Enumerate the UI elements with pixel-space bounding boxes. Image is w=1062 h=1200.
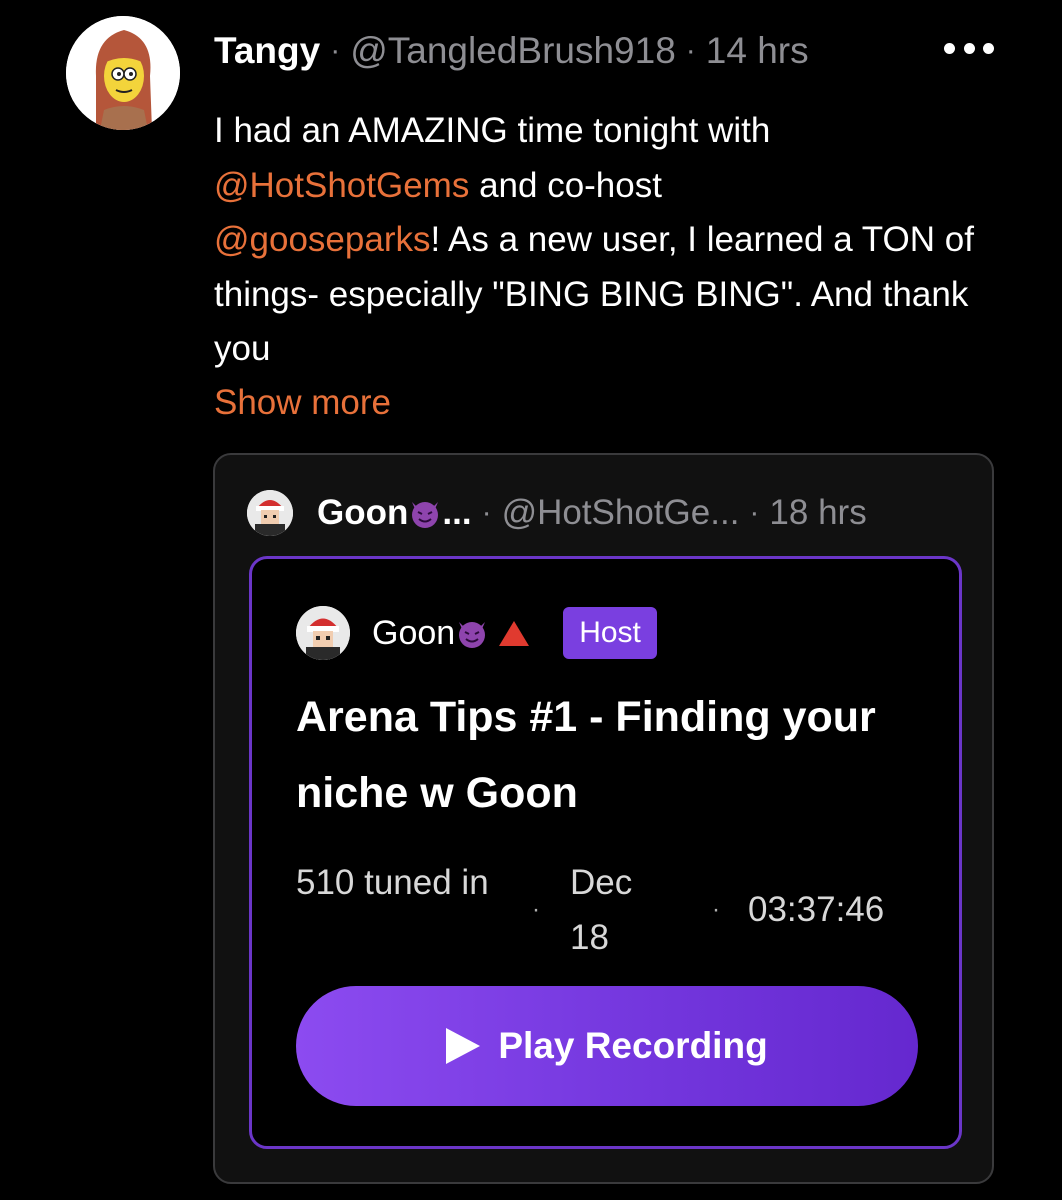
host-avatar[interactable] [296, 606, 350, 660]
space-recording-card[interactable]: Goon Host Arena Tips #1 - Finding your n… [249, 556, 962, 1149]
quoted-user-avatar[interactable] [247, 490, 293, 536]
separator-dot: · [532, 896, 540, 923]
space-host-row: Goon Host [296, 606, 657, 660]
name-truncation: ... [442, 493, 472, 532]
cartoon-avatar-icon [66, 16, 180, 130]
post-text: I had an AMAZING time tonight with [214, 111, 771, 150]
more-options-button[interactable] [944, 36, 994, 60]
quoted-author-handle[interactable]: @HotShotGe... [502, 493, 740, 533]
host-badge: Host [563, 607, 657, 659]
quoted-post[interactable]: Goon ... · @HotShotGe... · 18 hrs Goon H… [213, 453, 994, 1184]
mention-hotshotgems[interactable]: @HotShotGems [214, 166, 469, 205]
author-name[interactable]: Tangy [214, 30, 320, 72]
space-date: Dec 18 [570, 863, 633, 957]
ellipsis-icon [983, 42, 994, 54]
ellipsis-icon [963, 42, 975, 54]
post-body: I had an AMAZING time tonight with @HotS… [214, 104, 994, 377]
separator-dot: · [712, 896, 720, 923]
smiling-imp-emoji-icon [408, 496, 442, 530]
space-title: Arena Tips #1 - Finding your niche w Goo… [296, 693, 876, 817]
host-name: Goon [372, 613, 456, 652]
quoted-post-header: Goon ... · @HotShotGe... · 18 hrs [247, 489, 867, 537]
quoted-author-name[interactable]: Goon [317, 493, 408, 533]
space-stats: 510 tuned in · Dec 18 · 03:37:46 [296, 855, 926, 965]
play-recording-button[interactable]: Play Recording [296, 986, 918, 1106]
post: Tangy · @TangledBrush918 · 14 hrs I had … [0, 0, 1062, 1200]
play-icon [446, 1028, 481, 1064]
santa-avatar-icon [296, 606, 350, 660]
play-recording-label: Play Recording [498, 1025, 768, 1066]
author-handle[interactable]: @TangledBrush918 [350, 30, 676, 72]
separator-dot: · [685, 34, 696, 67]
space-duration: 03:37:46 [748, 890, 885, 929]
show-more-link[interactable]: Show more [214, 376, 391, 430]
listener-count: 510 tuned in [296, 863, 489, 902]
ellipsis-icon [944, 42, 955, 54]
santa-avatar-icon [247, 490, 293, 536]
post-text: and co-host [469, 165, 662, 205]
separator-dot: · [749, 496, 760, 529]
user-avatar[interactable] [66, 16, 180, 130]
mention-gooseparks[interactable]: @gooseparks [214, 220, 430, 259]
smiling-imp-emoji-icon [455, 616, 489, 650]
post-header: Tangy · @TangledBrush918 · 14 hrs [214, 26, 809, 76]
separator-dot: · [330, 34, 341, 67]
quoted-post-timestamp: 18 hrs [769, 493, 867, 532]
separator-dot: · [481, 496, 492, 529]
post-timestamp: 14 hrs [705, 30, 809, 71]
red-triangle-icon [499, 620, 530, 646]
